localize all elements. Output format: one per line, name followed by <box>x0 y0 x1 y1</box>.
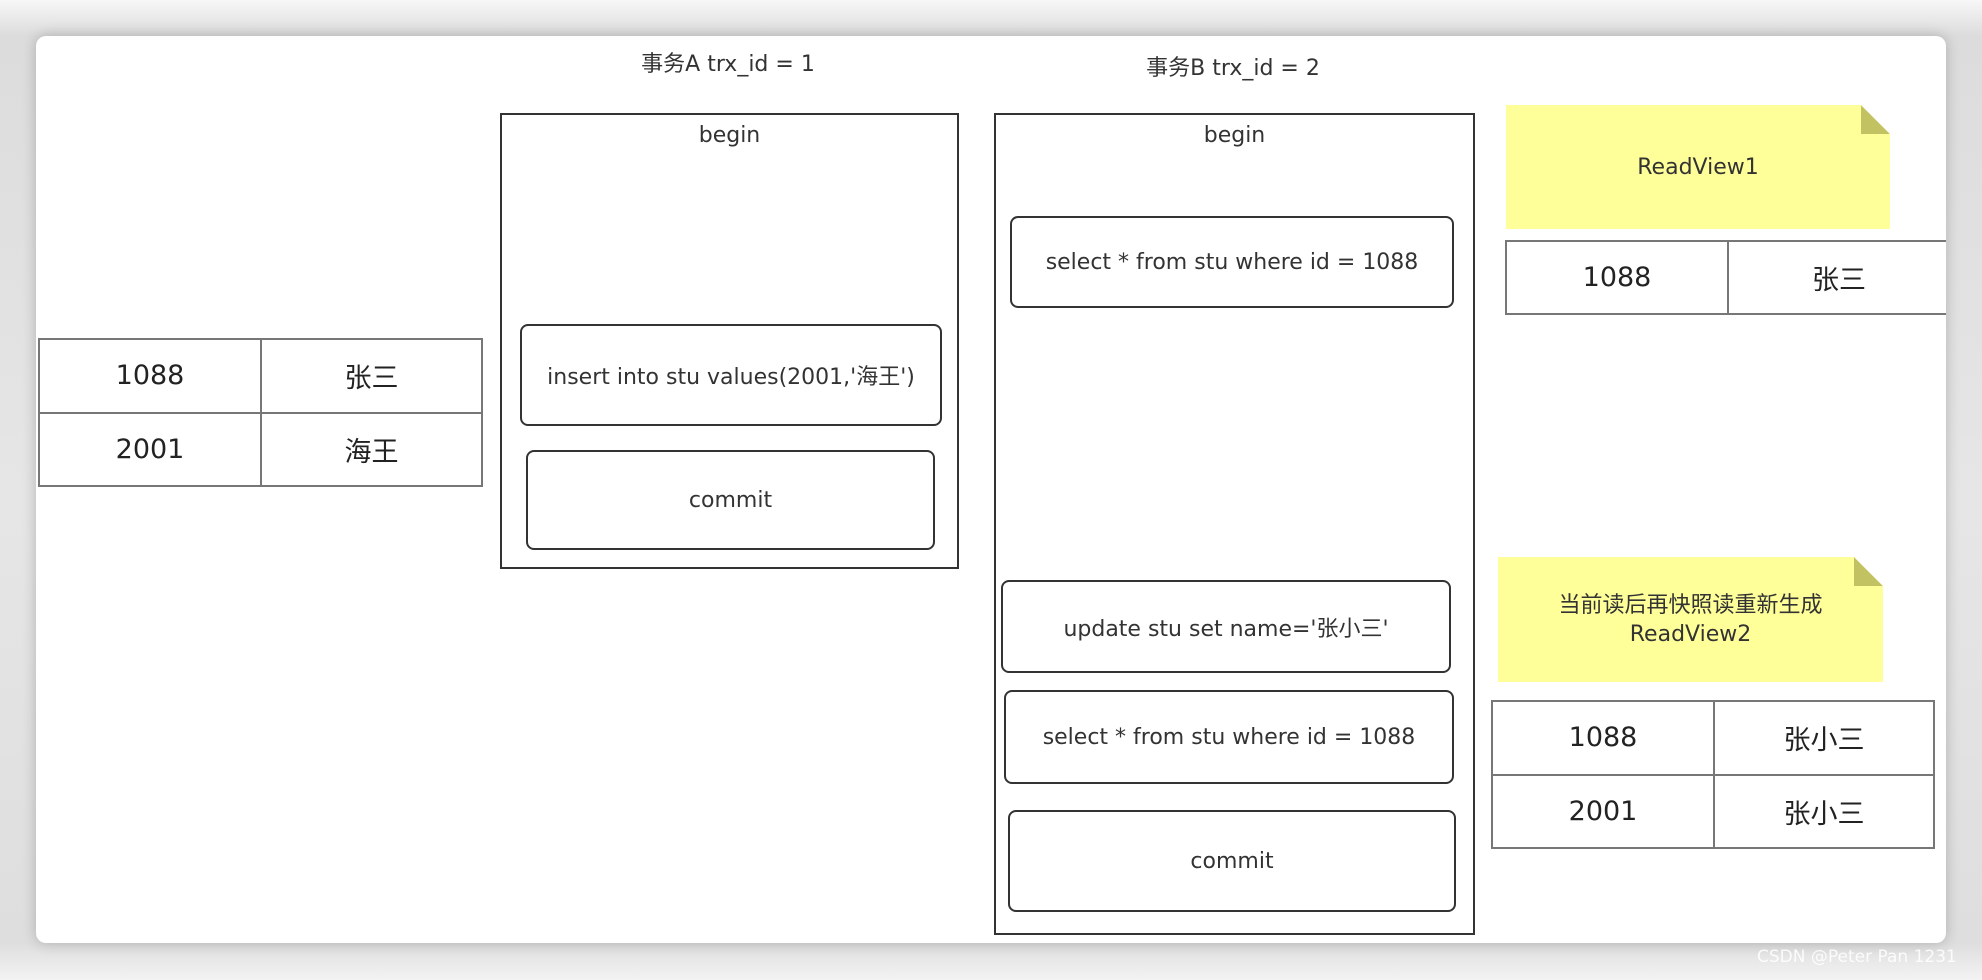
transaction-a-begin-label: begin <box>698 123 761 148</box>
table-row: 2001 海王 <box>38 411 483 487</box>
transaction-b-select-statement-2[interactable]: select * from stu where id = 1088 <box>1004 690 1454 784</box>
table-cell-name: 张小三 <box>1713 700 1935 776</box>
table-cell-id: 1088 <box>38 338 262 414</box>
table-cell-name: 海王 <box>260 411 483 487</box>
transaction-b-title: 事务B trx_id = 2 <box>1146 56 1320 81</box>
table-cell-name: 张三 <box>1727 240 1946 315</box>
table-row: 1088 张小三 <box>1491 700 1935 776</box>
table-row: 1088 张三 <box>1505 240 1946 315</box>
watermark: CSDN @Peter Pan 1231 <box>1757 947 1957 967</box>
table-cell-name: 张三 <box>260 338 483 414</box>
transaction-b-commit-statement[interactable]: commit <box>1008 810 1456 912</box>
readview1-note: ReadView1 <box>1506 105 1890 229</box>
transaction-a-commit-statement[interactable]: commit <box>526 450 935 550</box>
readview2-label-line1: 当前读后再快照读重新生成 <box>1558 592 1823 618</box>
readview1-table: 1088 张三 <box>1505 240 1946 315</box>
diagram-canvas: 事务A trx_id = 1 事务B trx_id = 2 1088 张三 20… <box>36 36 1946 943</box>
readview2-label-line2: ReadView2 <box>1629 621 1752 647</box>
table-cell-id: 2001 <box>38 411 262 487</box>
transaction-a-title: 事务A trx_id = 1 <box>641 52 815 77</box>
table-cell-name: 张小三 <box>1713 773 1935 849</box>
table-cell-id: 1088 <box>1505 240 1729 315</box>
table-cell-id: 2001 <box>1491 773 1715 849</box>
readview2-label: 当前读后再快照读重新生成 ReadView2 <box>1558 591 1822 649</box>
transaction-b-select-statement-1[interactable]: select * from stu where id = 1088 <box>1010 216 1454 308</box>
table-cell-id: 1088 <box>1491 700 1715 776</box>
table-row: 1088 张三 <box>38 338 483 414</box>
note-fold-icon <box>1854 557 1883 586</box>
readview1-label: ReadView1 <box>1637 154 1759 180</box>
note-fold-icon <box>1861 105 1890 134</box>
table-row: 2001 张小三 <box>1491 773 1935 849</box>
readview2-note: 当前读后再快照读重新生成 ReadView2 <box>1498 557 1883 682</box>
base-table: 1088 张三 2001 海王 <box>38 338 483 487</box>
transaction-a-insert-statement[interactable]: insert into stu values(2001,'海王') <box>520 324 942 426</box>
transaction-b-begin-label: begin <box>1203 123 1266 148</box>
transaction-b-update-statement[interactable]: update stu set name='张小三' <box>1001 580 1451 673</box>
readview2-table: 1088 张小三 2001 张小三 <box>1491 700 1935 849</box>
